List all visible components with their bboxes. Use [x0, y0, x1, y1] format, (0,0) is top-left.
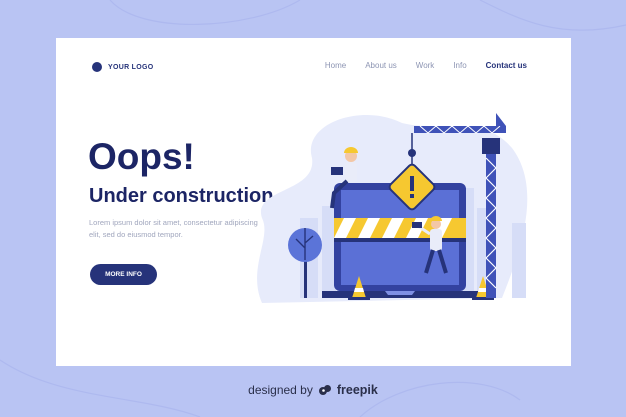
freepik-brand[interactable]: freepik: [337, 383, 378, 397]
landing-card: YOUR LOGO Home About us Work Info Contac…: [56, 38, 571, 366]
barrier-tape: [334, 218, 466, 242]
footer-credit: designed by freepik: [0, 383, 626, 397]
bg-building: [322, 206, 336, 298]
logo-icon: [92, 62, 102, 72]
logo[interactable]: YOUR LOGO: [92, 62, 153, 72]
main-nav: Home About us Work Info Contact us: [306, 61, 527, 70]
hero-title: Oops!: [88, 136, 195, 177]
logo-text: YOUR LOGO: [108, 63, 154, 71]
nav-about-us[interactable]: About us: [365, 61, 397, 70]
hero-subtitle: Under construction: [89, 185, 274, 207]
nav-home[interactable]: Home: [325, 61, 346, 70]
more-info-button[interactable]: MORE INFO: [90, 264, 157, 285]
footer-label: designed by: [248, 383, 313, 397]
construction-illustration: [257, 113, 528, 303]
nav-info[interactable]: Info: [453, 61, 466, 70]
nav-work[interactable]: Work: [416, 61, 435, 70]
hero-description: Lorem ipsum dolor sit amet, consectetur …: [89, 218, 258, 239]
bg-building: [512, 223, 526, 298]
freepik-logo-icon: [318, 385, 331, 395]
nav-contact-us[interactable]: Contact us: [486, 61, 527, 70]
